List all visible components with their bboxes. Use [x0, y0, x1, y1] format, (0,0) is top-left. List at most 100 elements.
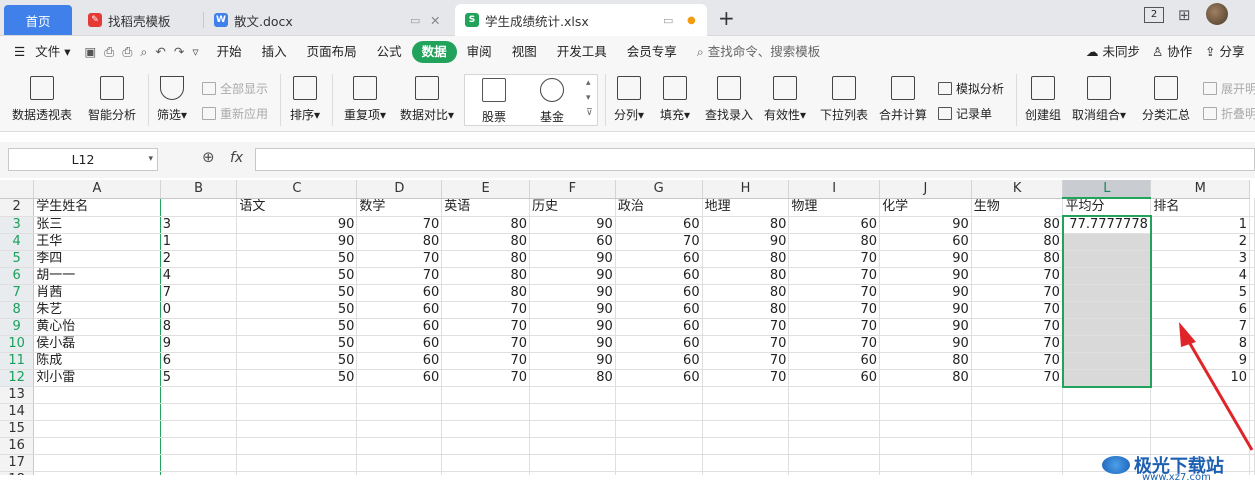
cell-m2[interactable]: 排名 [1150, 198, 1250, 217]
column-header-b[interactable]: B [160, 180, 238, 199]
cell-k17[interactable] [971, 454, 1064, 472]
export-icon[interactable]: ⎙ [100, 36, 118, 68]
cell-b15[interactable] [160, 420, 238, 438]
cell-j17[interactable] [879, 454, 972, 472]
column-header-e[interactable]: E [441, 180, 530, 199]
cell-m6[interactable]: 4 [1150, 267, 1250, 285]
cell-i3[interactable]: 60 [788, 216, 881, 234]
column-header-j[interactable]: J [879, 180, 972, 199]
sort-button[interactable]: 排序▾ [290, 76, 320, 123]
cell-g7[interactable]: 60 [615, 284, 703, 302]
show-all-button[interactable]: 全部显示 [202, 80, 268, 97]
function-icon[interactable]: fx [230, 150, 243, 166]
cell-l3[interactable]: 77.7777778 [1061, 216, 1152, 234]
cell-a6[interactable]: 胡一一 [33, 267, 161, 285]
cell-i11[interactable]: 60 [788, 352, 881, 370]
row-header[interactable]: 12 [0, 369, 35, 387]
menu-file[interactable]: 文件 ▾ [35, 36, 80, 68]
cell-a10[interactable]: 侯小磊 [33, 335, 161, 353]
cell-b9[interactable]: 8 [160, 318, 238, 336]
cell-c4[interactable]: 90 [236, 233, 358, 251]
cell-e9[interactable]: 70 [441, 318, 530, 336]
cell-e4[interactable]: 80 [441, 233, 530, 251]
row-header[interactable]: 6 [0, 267, 35, 285]
cell-b7[interactable]: 7 [160, 284, 238, 302]
ungroup-button[interactable]: 取消组合▾ [1072, 76, 1126, 123]
cell-h16[interactable] [702, 437, 790, 455]
cell-h8[interactable]: 80 [702, 301, 790, 319]
cell-m14[interactable] [1150, 403, 1250, 421]
data-compare-button[interactable]: 数据对比▾ [400, 76, 454, 123]
command-search[interactable]: ⌕ 查找命令、搜索模板 [687, 36, 831, 68]
cell-k12[interactable]: 70 [971, 369, 1064, 387]
cell-a11[interactable]: 陈成 [33, 352, 161, 370]
cell-e15[interactable] [441, 420, 530, 438]
cell-f3[interactable]: 90 [529, 216, 616, 234]
cell-m11[interactable]: 9 [1150, 352, 1250, 370]
cell-f5[interactable]: 90 [529, 250, 616, 268]
cell-l14[interactable] [1062, 403, 1152, 421]
row-header[interactable]: 3 [0, 216, 35, 234]
cell-c12[interactable]: 50 [236, 369, 358, 387]
menu-start[interactable]: 开始 [207, 36, 252, 68]
cell-k7[interactable]: 70 [971, 284, 1064, 302]
menu-review[interactable]: 审阅 [457, 36, 502, 68]
cell-h18[interactable] [702, 471, 790, 475]
cell-e10[interactable]: 70 [441, 335, 530, 353]
menu-insert[interactable]: 插入 [252, 36, 297, 68]
tab-essay-doc[interactable]: W 散文.docx ▭ ✕ [204, 4, 444, 36]
menu-page-layout[interactable]: 页面布局 [297, 36, 367, 68]
cell-h14[interactable] [702, 403, 790, 421]
cell-e13[interactable] [441, 386, 530, 404]
formula-input[interactable] [255, 148, 1255, 171]
redo-icon[interactable]: ↷ [170, 36, 188, 68]
cell-h17[interactable] [702, 454, 790, 472]
cell-a7[interactable]: 肖茜 [33, 284, 161, 302]
cell-i6[interactable]: 70 [788, 267, 881, 285]
row-header[interactable]: 13 [0, 386, 35, 404]
row-header[interactable]: 10 [0, 335, 35, 353]
cell-a3[interactable]: 张三 [33, 216, 161, 234]
cell-d2[interactable]: 数学 [356, 198, 443, 217]
cell-f17[interactable] [529, 454, 616, 472]
cell-l4[interactable] [1061, 233, 1152, 251]
cell-k14[interactable] [971, 403, 1064, 421]
column-header-i[interactable]: I [788, 180, 881, 199]
cell-m12[interactable]: 10 [1150, 369, 1250, 387]
cell-k5[interactable]: 80 [971, 250, 1064, 268]
zoom-icon[interactable]: ⊕ [202, 148, 215, 166]
row-header[interactable]: 2 [0, 198, 35, 217]
reapply-button[interactable]: 重新应用 [202, 105, 268, 122]
cell-c17[interactable] [236, 454, 358, 472]
collab-button[interactable]: ♙ 协作 [1152, 36, 1192, 68]
cell-h15[interactable] [702, 420, 790, 438]
smart-analysis-button[interactable]: 智能分析 [88, 76, 136, 123]
cell-h5[interactable]: 80 [702, 250, 790, 268]
cell-g2[interactable]: 政治 [615, 198, 703, 217]
cell-h10[interactable]: 70 [702, 335, 790, 353]
cell-d11[interactable]: 60 [356, 352, 443, 370]
cell-i7[interactable]: 70 [788, 284, 881, 302]
cell-j16[interactable] [879, 437, 972, 455]
cell-a17[interactable] [33, 454, 161, 472]
cell-j13[interactable] [879, 386, 972, 404]
sync-status[interactable]: ☁ 未同步 [1086, 36, 1140, 68]
cell-j11[interactable]: 80 [879, 352, 972, 370]
consolidate-button[interactable]: 合并计算 [879, 76, 927, 123]
row-header[interactable]: 15 [0, 420, 35, 438]
cell-b16[interactable] [160, 437, 238, 455]
split-column-button[interactable]: 分列▾ [614, 76, 644, 123]
cell-k15[interactable] [971, 420, 1064, 438]
cell-l5[interactable] [1061, 250, 1152, 268]
cell-f13[interactable] [529, 386, 616, 404]
cell-a14[interactable] [33, 403, 161, 421]
cell-g9[interactable]: 60 [615, 318, 703, 336]
select-all-corner[interactable] [0, 180, 35, 199]
cell-b8[interactable]: 0 [160, 301, 238, 319]
lookup-entry-button[interactable]: 查找录入 [705, 76, 753, 123]
filter-button[interactable]: 筛选▾ [157, 76, 187, 123]
cell-c15[interactable] [236, 420, 358, 438]
cell-f18[interactable] [529, 471, 616, 475]
cell-l8[interactable] [1061, 301, 1152, 319]
cell-b17[interactable] [160, 454, 238, 472]
